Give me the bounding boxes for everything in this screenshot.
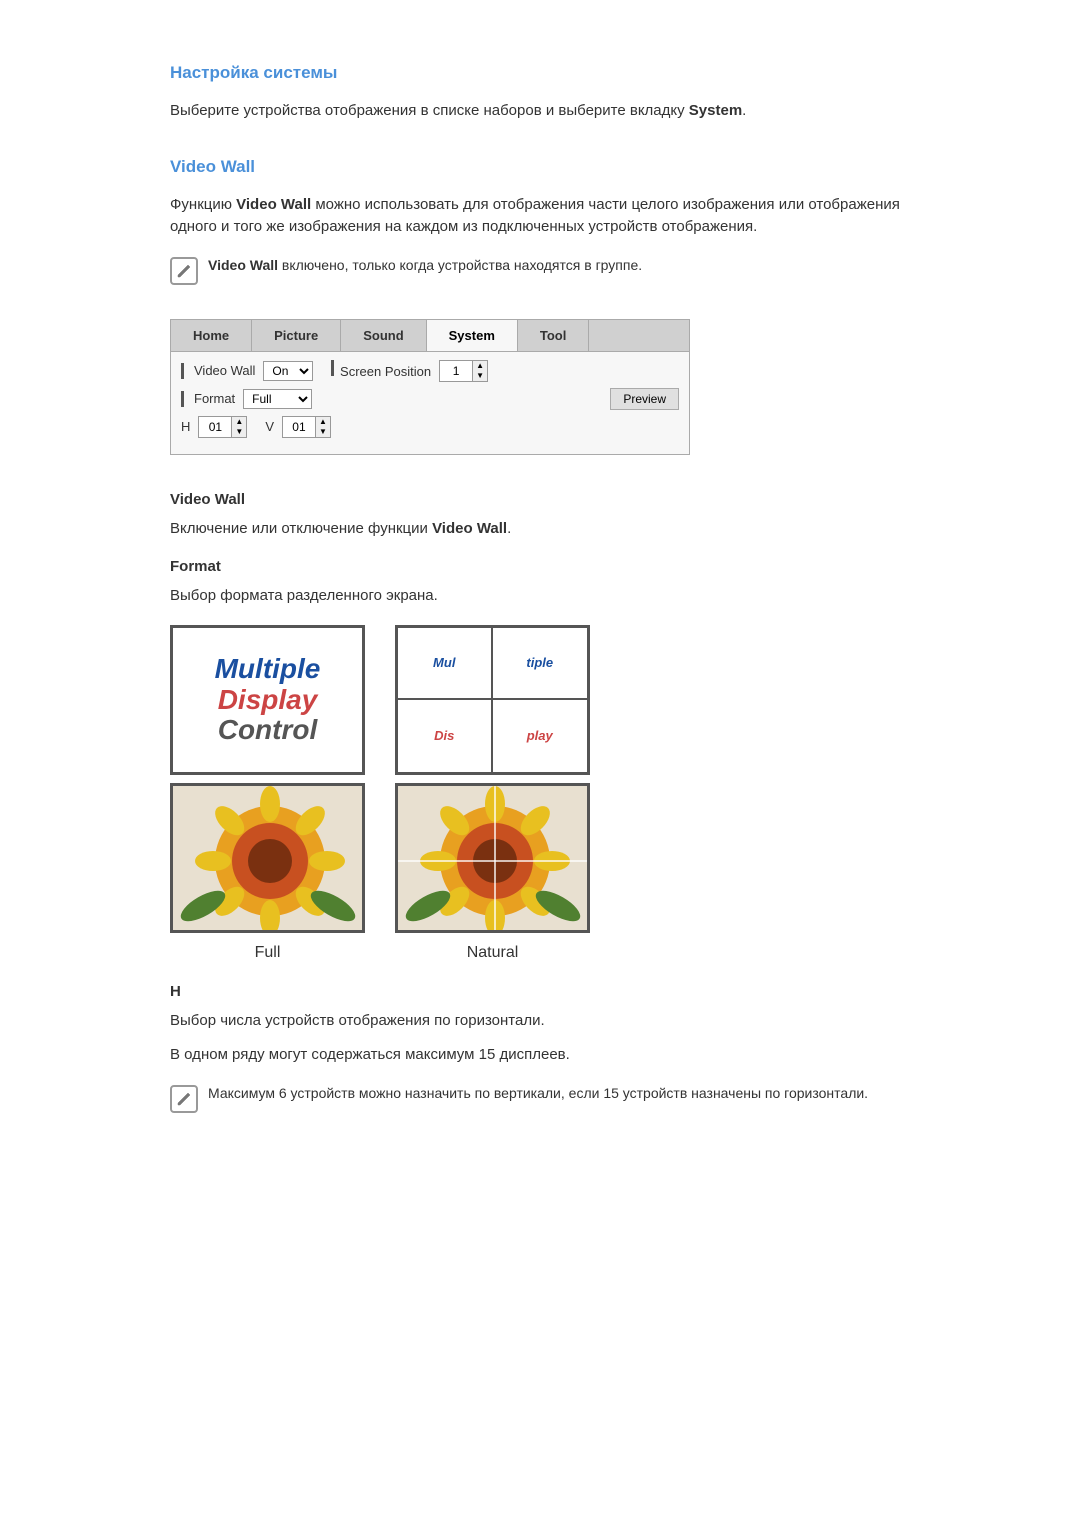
- h-up[interactable]: ▲: [232, 417, 246, 427]
- screen-position-spinbox[interactable]: ▲ ▼: [439, 360, 488, 382]
- v-up[interactable]: ▲: [316, 417, 330, 427]
- section2-desc: Функцию Video Wall можно использовать дл…: [170, 194, 910, 239]
- tab-mockup: Home Picture Sound System Tool Video Wal…: [170, 319, 690, 456]
- row-indicator-1: [181, 363, 184, 379]
- mdc-box-full: Multiple Display Control: [170, 625, 365, 775]
- flower-natural-box: [395, 783, 590, 933]
- mdc-text-full: Multiple Display Control: [215, 654, 321, 746]
- h-arrows: ▲ ▼: [231, 417, 246, 437]
- h-down[interactable]: ▼: [232, 427, 246, 437]
- tab-home[interactable]: Home: [171, 320, 252, 352]
- tab-row-hv: H ▲ ▼ V ▲ ▼: [181, 416, 679, 438]
- tab-sound[interactable]: Sound: [341, 320, 426, 352]
- h-label: H: [181, 417, 190, 437]
- row-indicator-1b: [331, 360, 334, 376]
- format-full-label: Full: [255, 941, 281, 965]
- format-select[interactable]: Full Natural: [243, 389, 312, 409]
- mdc-natural-q4: play: [493, 700, 588, 772]
- pencil-icon: [176, 263, 192, 279]
- h-desc1: Выбор числа устройств отображения по гор…: [170, 1010, 910, 1033]
- row-indicator-2: [181, 391, 184, 407]
- screen-pos-down[interactable]: ▼: [473, 371, 487, 381]
- videowall-select[interactable]: On Off: [263, 361, 313, 381]
- mdc-natural-q1: Mul: [398, 628, 493, 700]
- note-icon-2: [170, 1085, 198, 1113]
- format-sub-desc: Выбор формата разделенного экрана.: [170, 585, 910, 608]
- sub-heading-format: Format: [170, 556, 910, 579]
- videowall-label: Video Wall: [194, 361, 255, 381]
- mdc-full-line2: Display: [215, 685, 321, 716]
- section-title-nastroika: Настройка системы: [170, 60, 910, 86]
- flower-full-box: [170, 783, 365, 933]
- flower-full-svg: [173, 786, 365, 933]
- page-container: Настройка системы Выберите устройства от…: [90, 0, 990, 1189]
- mdc-natural-q3: Dis: [398, 700, 493, 772]
- mdc-full-line3: Control: [215, 715, 321, 746]
- mdc-natural-q2: tiple: [493, 628, 588, 700]
- screen-pos-up[interactable]: ▲: [473, 361, 487, 371]
- tab-tool[interactable]: Tool: [518, 320, 589, 352]
- section1-intro: Выберите устройства отображения в списке…: [170, 100, 910, 123]
- pencil-icon-2: [176, 1091, 192, 1107]
- v-spinbox[interactable]: ▲ ▼: [282, 416, 331, 438]
- v-label: V: [265, 417, 274, 437]
- screen-position-input[interactable]: [440, 364, 472, 378]
- tab-system[interactable]: System: [427, 320, 518, 352]
- format-label: Format: [194, 389, 235, 409]
- mdc-box-natural: Mul tiple Dis play: [395, 625, 590, 775]
- tab-bar: Home Picture Sound System Tool: [171, 320, 689, 353]
- tab-row-format: Format Full Natural Preview: [181, 388, 679, 410]
- mdc-full-line1: Multiple: [215, 654, 321, 685]
- screen-position-label: Screen Position: [331, 360, 431, 382]
- format-images-section: Multiple Display Control: [170, 625, 910, 965]
- sub-heading-videowall: Video Wall: [170, 489, 910, 512]
- format-natural-item: Mul tiple Dis play: [395, 625, 590, 965]
- videowall-sub-desc: Включение или отключение функции Video W…: [170, 518, 910, 541]
- tab-picture[interactable]: Picture: [252, 320, 341, 352]
- format-natural-label: Natural: [467, 941, 519, 965]
- mdc-natural-line1a: Mul: [433, 656, 455, 670]
- mdc-natural-line2b: play: [527, 729, 553, 743]
- h-spinbox[interactable]: ▲ ▼: [198, 416, 247, 438]
- screen-position-arrows: ▲ ▼: [472, 361, 487, 381]
- note-text-1: Video Wall включено, только когда устрой…: [208, 255, 642, 276]
- format-full-item: Multiple Display Control: [170, 625, 365, 965]
- note-box-2: Максимум 6 устройств можно назначить по …: [170, 1083, 910, 1113]
- tab-content-area: Video Wall On Off Screen Position ▲ ▼: [171, 352, 689, 454]
- tab-row-videowall: Video Wall On Off Screen Position ▲ ▼: [181, 360, 679, 382]
- note-icon-1: [170, 257, 198, 285]
- h-input[interactable]: [199, 420, 231, 434]
- h-desc2: В одном ряду могут содержаться максимум …: [170, 1044, 910, 1067]
- note-box-1: Video Wall включено, только когда устрой…: [170, 255, 910, 285]
- note-text-2: Максимум 6 устройств можно назначить по …: [208, 1083, 868, 1104]
- mdc-natural-line1b: tiple: [526, 656, 553, 670]
- section-title-videowall: Video Wall: [170, 154, 910, 180]
- v-arrows: ▲ ▼: [315, 417, 330, 437]
- v-input[interactable]: [283, 420, 315, 434]
- preview-button[interactable]: Preview: [610, 388, 679, 410]
- flower-natural-svg: [398, 786, 590, 933]
- sub-heading-h: H: [170, 981, 910, 1004]
- v-down[interactable]: ▼: [316, 427, 330, 437]
- mdc-natural-line2a: Dis: [434, 729, 454, 743]
